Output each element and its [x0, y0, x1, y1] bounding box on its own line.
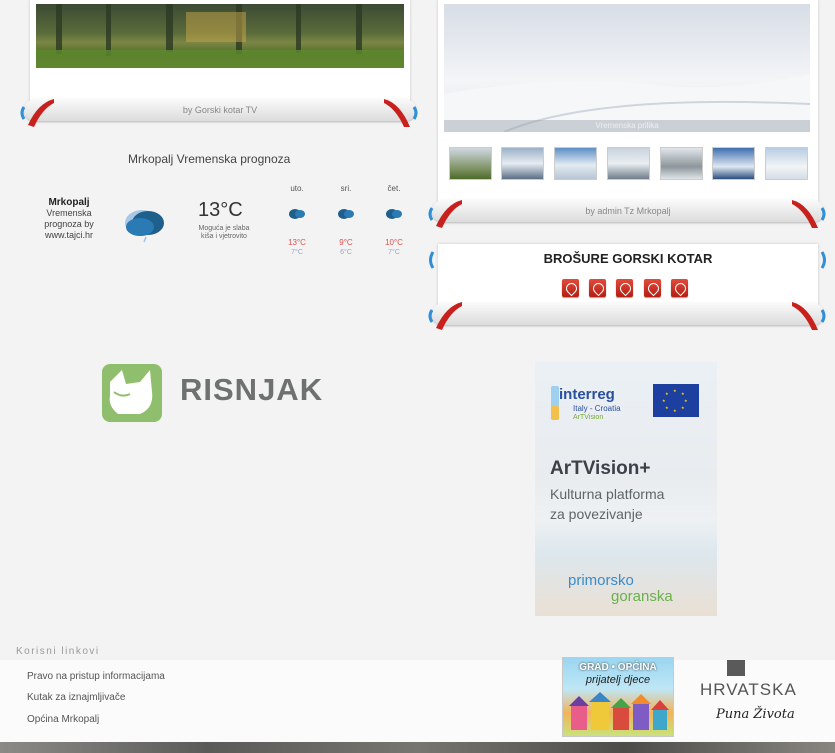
hrvatska-mark-icon — [727, 660, 745, 676]
hrvatska-logo[interactable]: HRVATSKA — [700, 680, 797, 700]
ribbon-curl-right-icon — [790, 194, 828, 234]
ribbon-curl-right-icon — [790, 296, 828, 336]
useful-links-title: Korisni linkovi — [16, 646, 100, 657]
gallery-thumbnail[interactable] — [765, 147, 808, 180]
risnjak-logo-link[interactable]: RISNJAK — [100, 362, 332, 424]
gallery-thumbnail[interactable] — [449, 147, 492, 180]
forecast-low: 7°C — [291, 249, 303, 256]
interreg-bar-icon — [551, 386, 559, 420]
artvision-subtitle: Kulturna platforma za povezivanje — [550, 484, 664, 524]
video-credit-bar: by Gorski kotar TV — [24, 99, 416, 121]
weather-title: Mrkopalj Vremenska prognoza — [128, 152, 291, 166]
weather-source-line1: Vremenska — [46, 208, 92, 218]
interreg-label: interreg — [559, 386, 615, 403]
gallery-thumbnail[interactable] — [660, 147, 703, 180]
gallery-caption: Vremenska prilika — [444, 120, 810, 132]
weather-location: Mrkopalj — [48, 197, 90, 208]
artvision-subtitle-line1: Kulturna platforma — [550, 486, 665, 502]
forecast-day-name: čet. — [387, 184, 401, 193]
badge-title: GRAD • OPĆINA — [579, 662, 657, 673]
region-logo-part1: primorsko — [568, 572, 634, 589]
forecast-day-name: sri. — [340, 184, 352, 193]
artvision-banner[interactable]: interreg Italy - Croatia ArTVision ★ ★ ★ ★… — [535, 362, 717, 616]
eu-flag-icon: ★ ★ ★ ★ ★ ★ ★ ★ — [653, 384, 699, 417]
forest-image — [36, 4, 404, 68]
forecast-high: 13°C — [288, 238, 306, 247]
cloud-icon — [386, 209, 402, 219]
pdf-icon[interactable] — [616, 279, 633, 297]
ribbon-edge-left-icon — [429, 251, 435, 269]
weather-source-line2: prognoza by — [44, 219, 94, 229]
rain-cloud-icon — [125, 210, 164, 243]
gallery-credit-bar: by admin Tz Mrkopalj — [432, 200, 824, 222]
gallery-thumbnail[interactable] — [554, 147, 597, 180]
snow-image — [444, 74, 811, 133]
gallery-thumbnail[interactable] — [712, 147, 755, 180]
cloud-icon — [289, 209, 305, 219]
cloud-icon — [338, 209, 354, 219]
ribbon-curl-left-icon — [426, 296, 464, 336]
artvision-subtitle-line2: za povezivanje — [550, 506, 643, 522]
weather-desc-line1: Moguća je slaba — [198, 225, 250, 232]
forecast-high: 9°C — [339, 238, 353, 247]
hrvatska-tagline: Puna Života — [716, 707, 795, 722]
weather-desc-line2: kiša i vjetrovito — [201, 233, 247, 240]
badge-subtitle: prijatelj djece — [585, 674, 651, 686]
forecast-low: 6°C — [340, 249, 352, 256]
interreg-project-tag: ArTVision — [573, 414, 604, 421]
weather-source-link[interactable]: www.tajci.hr — [45, 230, 93, 240]
bottom-photo-strip — [0, 742, 835, 753]
pdf-icon[interactable] — [589, 279, 606, 297]
houses-illustration-icon — [569, 692, 669, 730]
weather-description: Moguća je slaba kiša i vjetrovito — [186, 225, 262, 241]
brochures-title: BROŠURE GORSKI KOTAR — [543, 251, 713, 266]
risnjak-name: RISNJAK — [180, 372, 324, 407]
pdf-icon[interactable] — [671, 279, 688, 297]
gallery-thumbnail[interactable] — [607, 147, 650, 180]
artvision-title: ArTVision+ — [550, 458, 651, 479]
gallery-thumbnail[interactable] — [501, 147, 544, 180]
ribbon-curl-right-icon — [382, 93, 420, 133]
current-temperature: 13°C — [198, 199, 243, 221]
forecast-high: 10°C — [385, 238, 403, 247]
ribbon-edge-right-icon — [820, 251, 826, 269]
link-municipality[interactable]: Općina Mrkopalj — [27, 714, 99, 725]
pdf-icon[interactable] — [644, 279, 661, 297]
forecast-day-name: uto. — [290, 184, 304, 193]
region-logo-part2: goranska — [611, 588, 673, 605]
video-thumbnail[interactable] — [36, 4, 404, 68]
weather-location-block: Mrkopalj Vremenska prognoza by www.tajci… — [32, 197, 106, 241]
link-information-access[interactable]: Pravo na pristup informacijama — [27, 671, 165, 682]
forecast-low: 7°C — [388, 249, 400, 256]
link-renters-corner[interactable]: Kutak za iznajmljivače — [27, 692, 125, 703]
ribbon-curl-left-icon — [426, 194, 464, 234]
lynx-logo-icon — [102, 364, 162, 422]
video-credit[interactable]: by Gorski kotar TV — [183, 105, 257, 115]
pdf-icon[interactable] — [562, 279, 579, 297]
ribbon-curl-left-icon — [18, 93, 56, 133]
child-friendly-badge[interactable]: GRAD • OPĆINA prijatelj djece — [562, 657, 674, 737]
interreg-program: Italy - Croatia — [573, 404, 621, 413]
gallery-main-image[interactable]: Vremenska prilika — [444, 4, 811, 133]
gallery-credit[interactable]: by admin Tz Mrkopalj — [585, 206, 670, 216]
brochures-bottom-bar — [432, 303, 824, 325]
